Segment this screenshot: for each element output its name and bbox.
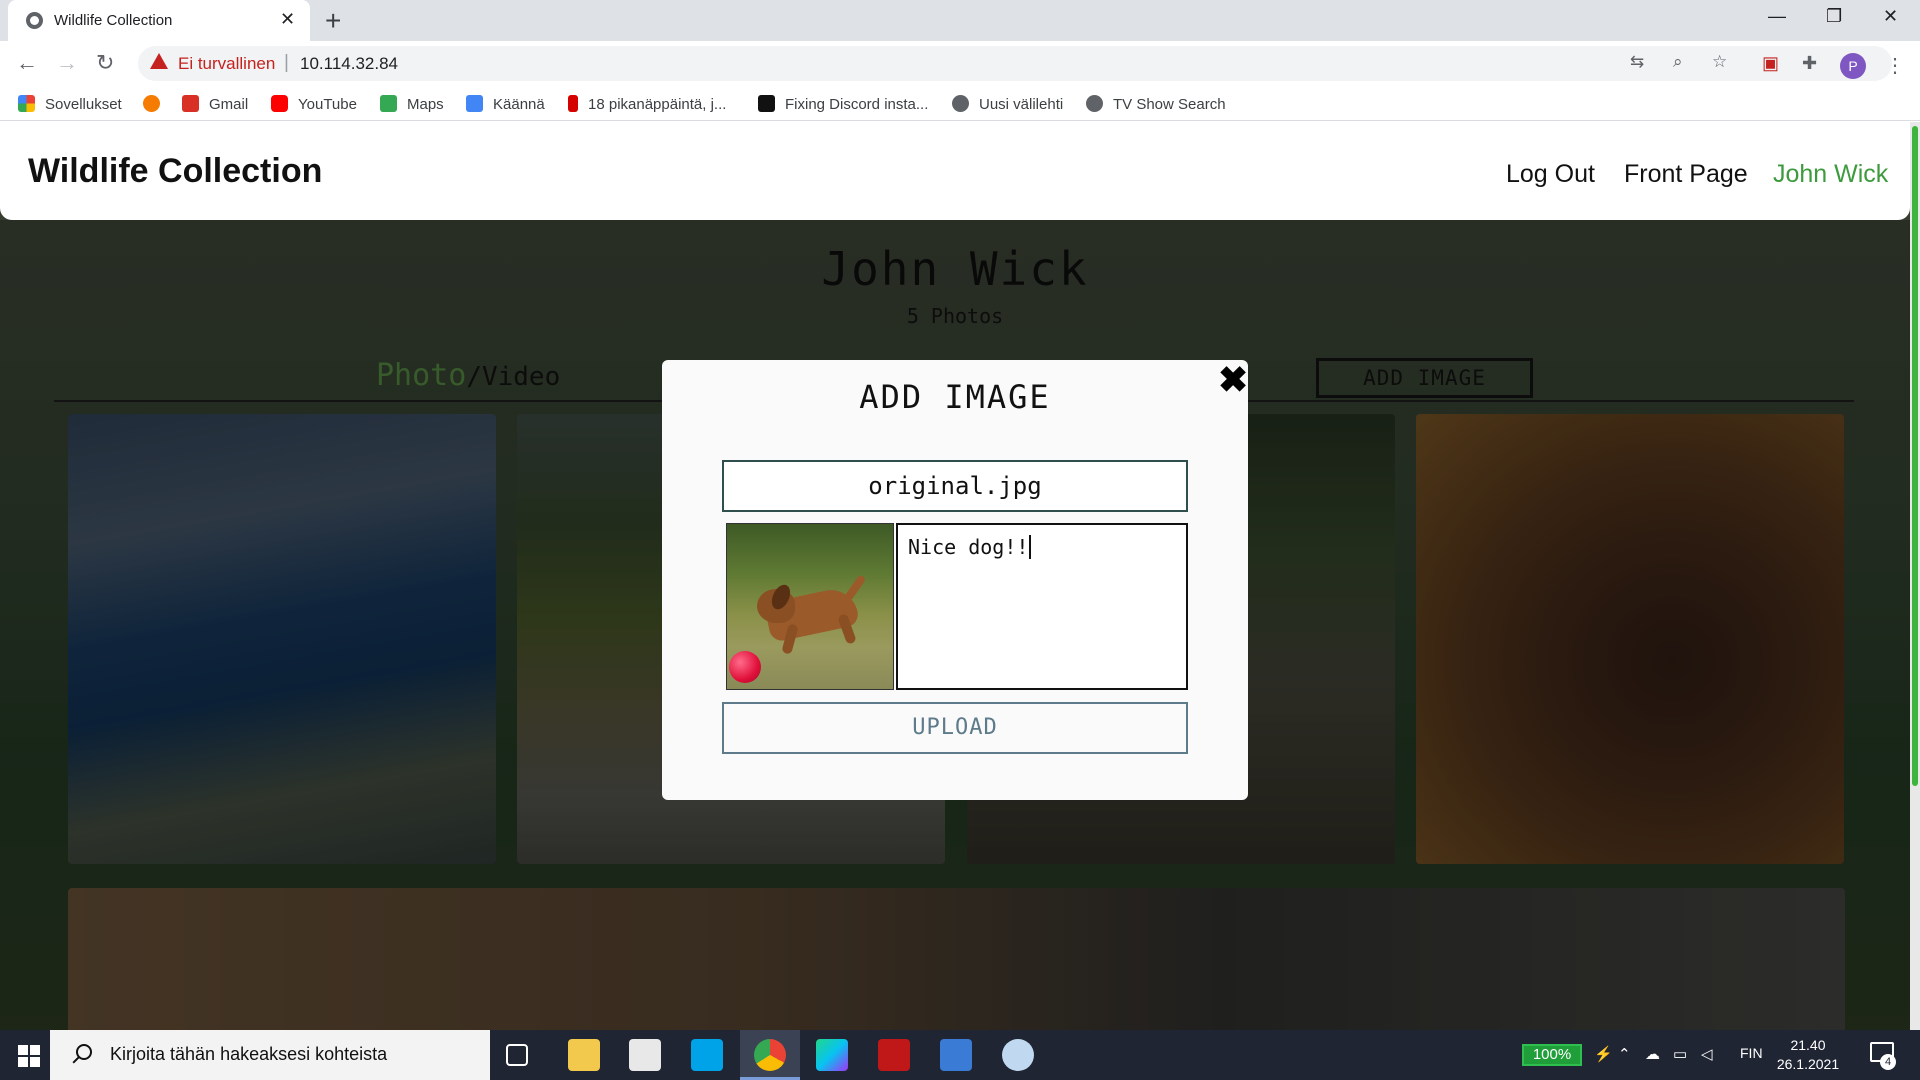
text-caret: [1029, 535, 1032, 559]
network-icon[interactable]: ▭: [1673, 1045, 1687, 1063]
notification-count: 4: [1880, 1054, 1896, 1070]
translate-icon: [466, 95, 483, 112]
tab-bar: Wildlife Collection ✕ + — ❐ ✕: [0, 0, 1920, 41]
new-tab-button[interactable]: +: [325, 5, 341, 37]
bookmark-new-tab[interactable]: Uusi välilehti: [952, 95, 1063, 113]
taskbar-search-box[interactable]: Kirjoita tähän hakeaksesi kohteista: [50, 1030, 490, 1080]
bookmarks-bar: Sovellukset Gmail YouTube Maps Käännä 18…: [0, 87, 1920, 121]
bookmark-translate[interactable]: Käännä: [466, 95, 545, 113]
bookmark-discord[interactable]: Fixing Discord insta...: [758, 95, 928, 113]
globe-icon: [26, 12, 43, 29]
globe-icon: [952, 95, 969, 112]
bookmark-ubuntu[interactable]: [143, 95, 170, 113]
cloud-icon[interactable]: ☁: [1645, 1045, 1660, 1063]
webstorm-icon[interactable]: [816, 1039, 848, 1071]
tab-wildlife-collection[interactable]: Wildlife Collection ✕: [8, 0, 310, 41]
tab-title: Wildlife Collection: [54, 12, 173, 29]
caption-textarea[interactable]: Nice dog!!: [896, 523, 1188, 690]
bookmark-gmail[interactable]: Gmail: [182, 95, 248, 113]
caption-text: Nice dog!!: [908, 535, 1029, 559]
volume-icon[interactable]: ◁: [1701, 1045, 1713, 1063]
input-language[interactable]: FIN: [1740, 1045, 1763, 1061]
system-clock[interactable]: 21.40 26.1.2021: [1768, 1036, 1848, 1074]
nav-front-page[interactable]: Front Page: [1624, 160, 1748, 189]
menu-kebab-icon[interactable]: ⋮: [1885, 53, 1905, 78]
security-label[interactable]: Ei turvallinen: [178, 54, 275, 74]
forward-arrow-icon[interactable]: →: [56, 50, 78, 76]
mcafee-extension-icon[interactable]: ▣: [1762, 53, 1779, 74]
bookmark-shortcuts[interactable]: 18 pikanäppäintä, j...: [568, 95, 726, 113]
modal-title: ADD IMAGE: [859, 378, 1051, 416]
mail-icon[interactable]: [940, 1039, 972, 1071]
nav-log-out[interactable]: Log Out: [1506, 160, 1595, 189]
gmail-icon: [182, 95, 199, 112]
url-text[interactable]: 10.114.32.84: [300, 54, 398, 74]
windows-taskbar: Kirjoita tähän hakeaksesi kohteista 100%…: [0, 1030, 1920, 1080]
clock-date: 26.1.2021: [1776, 1056, 1840, 1072]
profile-avatar[interactable]: P: [1840, 53, 1866, 79]
taskbar-search-placeholder: Kirjoita tähän hakeaksesi kohteista: [110, 1044, 388, 1064]
warning-icon: [150, 53, 168, 69]
il-icon: [568, 95, 578, 112]
apps-grid-icon: [18, 95, 35, 112]
windows-start-icon[interactable]: [18, 1045, 40, 1067]
search-icon: [76, 1044, 92, 1060]
translate-icon[interactable]: ⇆: [1630, 52, 1644, 72]
scrollbar-thumb[interactable]: [1912, 126, 1918, 786]
file-explorer-icon[interactable]: [568, 1039, 600, 1071]
mcafee-icon[interactable]: [878, 1039, 910, 1071]
reload-icon[interactable]: ↻: [96, 50, 114, 76]
a-icon: [758, 95, 775, 112]
file-select-field[interactable]: original.jpg: [722, 460, 1188, 512]
chevron-up-icon[interactable]: ⌃: [1618, 1045, 1631, 1063]
ubuntu-icon: [143, 95, 160, 112]
close-window-button[interactable]: ✕: [1883, 6, 1898, 27]
youtube-icon: [271, 95, 288, 112]
bookmark-maps[interactable]: Maps: [380, 95, 444, 113]
minimize-button[interactable]: —: [1768, 6, 1786, 27]
url-separator: |: [284, 52, 289, 73]
globe-icon: [1086, 95, 1103, 112]
maximize-button[interactable]: ❐: [1826, 6, 1842, 27]
l-app-icon[interactable]: [691, 1039, 723, 1071]
page-content: Wildlife Collection Log Out Front Page J…: [0, 122, 1910, 1030]
battery-indicator[interactable]: 100%: [1522, 1044, 1582, 1066]
bookmark-youtube[interactable]: YouTube: [271, 95, 357, 113]
bookmark-star-icon[interactable]: ☆: [1712, 52, 1727, 72]
chrome-icon[interactable]: [754, 1039, 786, 1071]
microsoft-store-icon[interactable]: [629, 1039, 661, 1071]
task-view-icon[interactable]: [506, 1044, 528, 1066]
back-arrow-icon[interactable]: ←: [16, 50, 38, 76]
extensions-puzzle-icon[interactable]: ✚: [1802, 53, 1817, 74]
clock-time: 21.40: [1790, 1037, 1826, 1053]
upload-button[interactable]: UPLOAD: [722, 702, 1188, 754]
nav-user-profile[interactable]: John Wick: [1773, 160, 1888, 189]
maps-icon: [380, 95, 397, 112]
paint-icon[interactable]: [1002, 1039, 1034, 1071]
site-header: Wildlife Collection Log Out Front Page J…: [0, 122, 1910, 220]
bookmark-apps[interactable]: Sovellukset: [18, 95, 122, 113]
ball-shape: [729, 651, 761, 683]
browser-toolbar: ← → ↻ Ei turvallinen | 10.114.32.84 ⇆ ⌕ …: [0, 41, 1920, 87]
image-preview: [726, 523, 894, 690]
power-plug-icon[interactable]: ⚡: [1594, 1045, 1613, 1063]
add-image-modal: ✖ ADD IMAGE original.jpg Nice dog!! UPLO…: [662, 360, 1248, 800]
site-title[interactable]: Wildlife Collection: [28, 152, 322, 191]
zoom-icon[interactable]: ⌕: [1673, 52, 1683, 72]
address-bar[interactable]: Ei turvallinen | 10.114.32.84 ⇆ ⌕ ☆: [138, 46, 1892, 81]
close-tab-icon[interactable]: ✕: [280, 9, 295, 30]
bookmark-tv-show-search[interactable]: TV Show Search: [1086, 95, 1226, 113]
